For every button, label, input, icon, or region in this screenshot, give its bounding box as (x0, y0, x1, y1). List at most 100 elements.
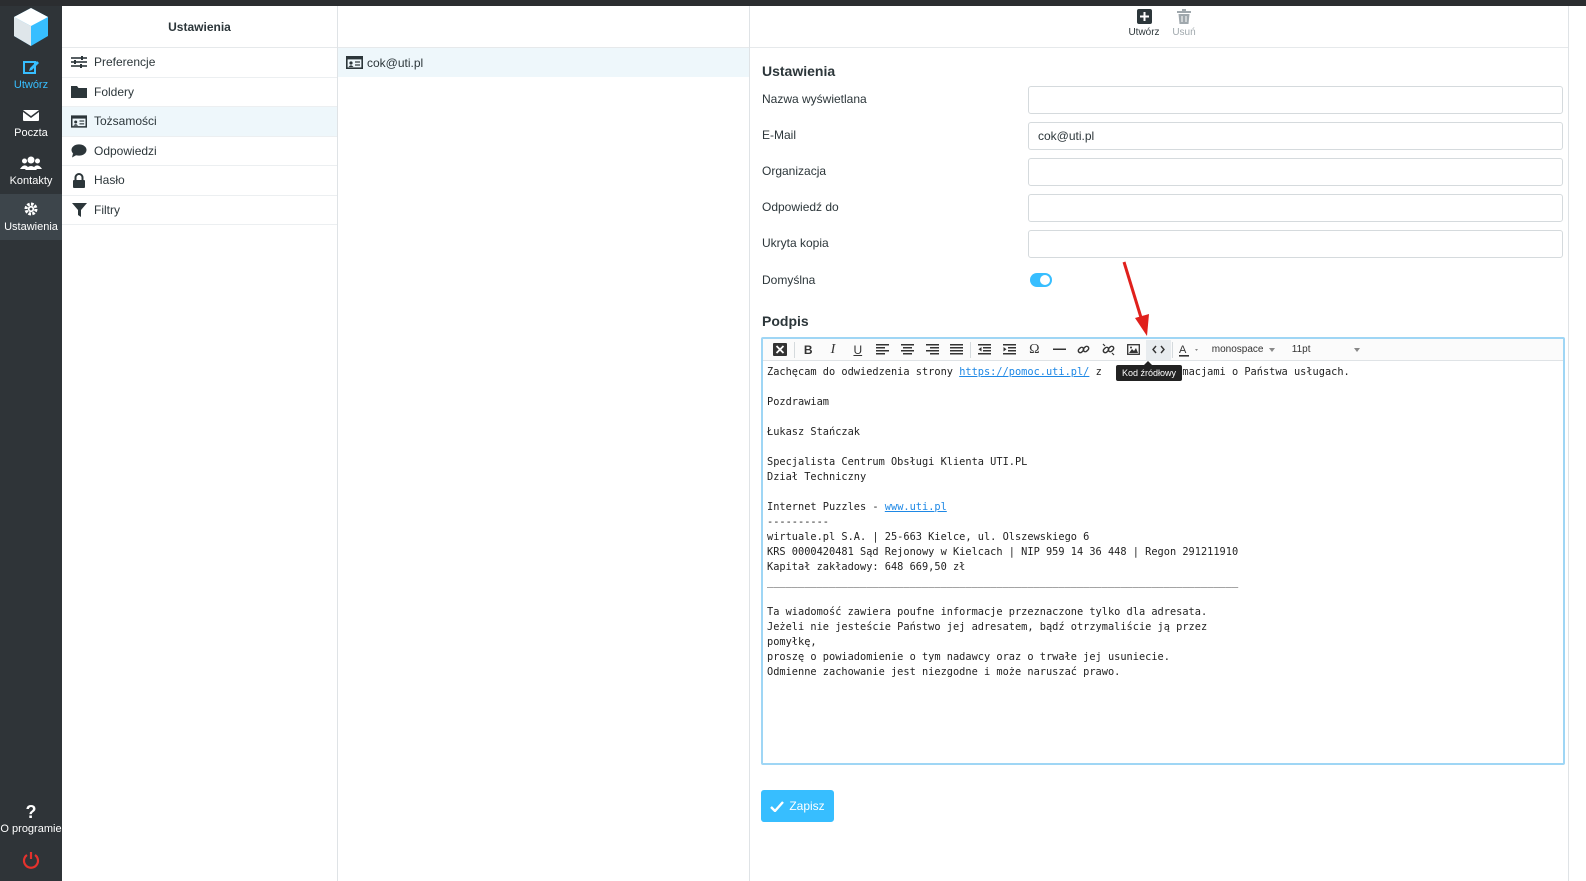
nav-about-label: O programie (0, 823, 62, 835)
settings-item-folders[interactable]: Foldery (62, 78, 337, 107)
indent-button[interactable] (997, 340, 1022, 360)
organization-label: Organizacja (762, 164, 827, 178)
logo-icon (10, 6, 52, 48)
window-right-edge (1568, 6, 1586, 881)
gear-icon (0, 200, 62, 220)
signature-line: Specjalista Centrum Obsługi Klienta UTI.… (767, 456, 1028, 468)
display-name-input[interactable] (1028, 86, 1563, 114)
source-code-button[interactable] (1145, 339, 1171, 360)
signature-line: Łukasz Stańczak (767, 426, 860, 438)
clear-formatting-button[interactable] (768, 340, 793, 360)
reply-to-input[interactable] (1028, 194, 1563, 222)
lock-icon (71, 172, 87, 188)
signature-text-area[interactable]: Zachęcam do odwiedzenia strony https://p… (763, 361, 1563, 684)
settings-item-identities[interactable]: Tożsamości (62, 107, 337, 137)
nav-contacts-label: Kontakty (9, 175, 53, 187)
signature-line: Dział Techniczny (767, 471, 867, 483)
font-family-select[interactable]: monospace (1206, 340, 1286, 360)
email-row: E-Mail (762, 122, 1564, 150)
folder-icon (71, 85, 87, 99)
image-button[interactable] (1121, 340, 1146, 360)
align-justify-icon (950, 344, 964, 355)
form-section-title: Ustawienia (762, 63, 836, 79)
organization-input[interactable] (1028, 158, 1563, 186)
nav-contacts[interactable]: Kontakty (0, 148, 62, 194)
check-icon (770, 800, 785, 812)
align-center-button[interactable] (895, 340, 920, 360)
nav-about[interactable]: ? O programie (0, 796, 62, 842)
delete-button[interactable]: Usuń (1164, 8, 1204, 38)
settings-item-label: Preferencje (94, 55, 156, 70)
settings-item-label: Tożsamości (94, 114, 157, 129)
code-icon (1151, 345, 1165, 354)
settings-item-filters[interactable]: Filtry (62, 196, 337, 225)
settings-item-responses[interactable]: Odpowiedzi (62, 137, 337, 166)
underline-button[interactable]: U (845, 340, 870, 360)
settings-item-preferences[interactable]: Preferencje (62, 48, 337, 78)
align-right-button[interactable] (920, 340, 945, 360)
signature-line: Jeżeli nie jesteście Państwo jej adresat… (767, 621, 1208, 633)
special-char-button[interactable]: Ω (1022, 340, 1047, 360)
signature-line (767, 485, 1559, 500)
signature-line: Ta wiadomość zawiera poufne informacje p… (767, 606, 1208, 618)
id-card-icon (346, 56, 363, 69)
settings-item-password[interactable]: Hasło (62, 166, 337, 196)
bold-button[interactable]: B (796, 340, 821, 360)
font-size-select[interactable]: 11pt (1286, 340, 1361, 360)
save-button[interactable]: Zapisz (761, 790, 834, 822)
align-justify-button[interactable] (945, 340, 970, 360)
signature-line: Internet Puzzles - www.uti.pl (767, 500, 1559, 515)
default-toggle[interactable] (1030, 273, 1052, 287)
create-button[interactable]: Utwórz (1124, 8, 1164, 38)
align-center-icon (900, 344, 914, 355)
main-nav: Utwórz Poczta Kontakty Ustawienia ? O pr… (0, 6, 62, 881)
signature-line: wirtuale.pl S.A. | 25-663 Kielce, ul. Ol… (767, 531, 1090, 543)
default-row: Domyślna (762, 272, 1564, 300)
signature-line: Odmienne zachowanie jest niezgodne i moż… (767, 666, 1121, 678)
font-size-value: 11pt (1291, 344, 1311, 355)
nav-settings[interactable]: Ustawienia (0, 194, 62, 240)
unlink-button[interactable] (1096, 340, 1121, 360)
organization-row: Organizacja (762, 158, 1564, 186)
outdent-button[interactable] (972, 340, 997, 360)
editor-toolbar: B I U Ω A monospace 11pt (763, 339, 1563, 361)
question-icon: ? (25, 802, 37, 822)
italic-button[interactable]: I (821, 340, 846, 360)
nav-settings-label: Ustawienia (4, 221, 58, 233)
toolbar-separator (1171, 341, 1173, 358)
display-name-label: Nazwa wyświetlana (762, 92, 867, 106)
bcc-input[interactable] (1028, 230, 1563, 258)
nav-mail[interactable]: Poczta (0, 100, 62, 146)
settings-item-label: Filtry (94, 202, 120, 217)
signature-link[interactable]: https://pomoc.uti.pl/ (959, 366, 1089, 378)
source-code-tooltip: Kod źródłowy (1116, 361, 1183, 381)
identities-header (338, 6, 749, 48)
identity-item[interactable]: cok@uti.pl (338, 48, 749, 77)
comment-icon (71, 144, 87, 158)
signature-line: Kapitał zakładowy: 648 669,50 zł (767, 561, 966, 573)
email-label: E-Mail (762, 128, 797, 142)
create-label: Utwórz (1128, 27, 1160, 38)
nav-compose[interactable]: Utwórz (0, 52, 62, 98)
align-right-icon (925, 344, 939, 355)
signature-section-title: Podpis (762, 313, 809, 329)
plus-square-icon (1124, 9, 1164, 27)
horizontal-rule-button[interactable] (1047, 340, 1072, 360)
settings-menu-panel: Ustawienia Preferencje Foldery Tożsamośc… (62, 6, 338, 881)
envelope-icon (0, 106, 62, 126)
signature-link[interactable]: www.uti.pl (885, 501, 947, 513)
signature-line (767, 440, 1559, 455)
sliders-icon (71, 55, 87, 69)
filter-icon (71, 202, 87, 217)
signature-line: pomyłkę, (767, 636, 817, 648)
logout-icon[interactable] (22, 851, 40, 872)
bcc-label: Ukryta kopia (762, 236, 829, 250)
reply-to-row: Odpowiedź do (762, 194, 1564, 222)
toolbar-separator (793, 341, 795, 358)
align-left-button[interactable] (870, 340, 895, 360)
signature-line (767, 410, 1559, 425)
link-button[interactable] (1072, 340, 1097, 360)
nav-compose-label: Utwórz (13, 79, 49, 91)
email-input[interactable] (1028, 122, 1563, 150)
text-color-button[interactable]: A (1174, 340, 1206, 360)
